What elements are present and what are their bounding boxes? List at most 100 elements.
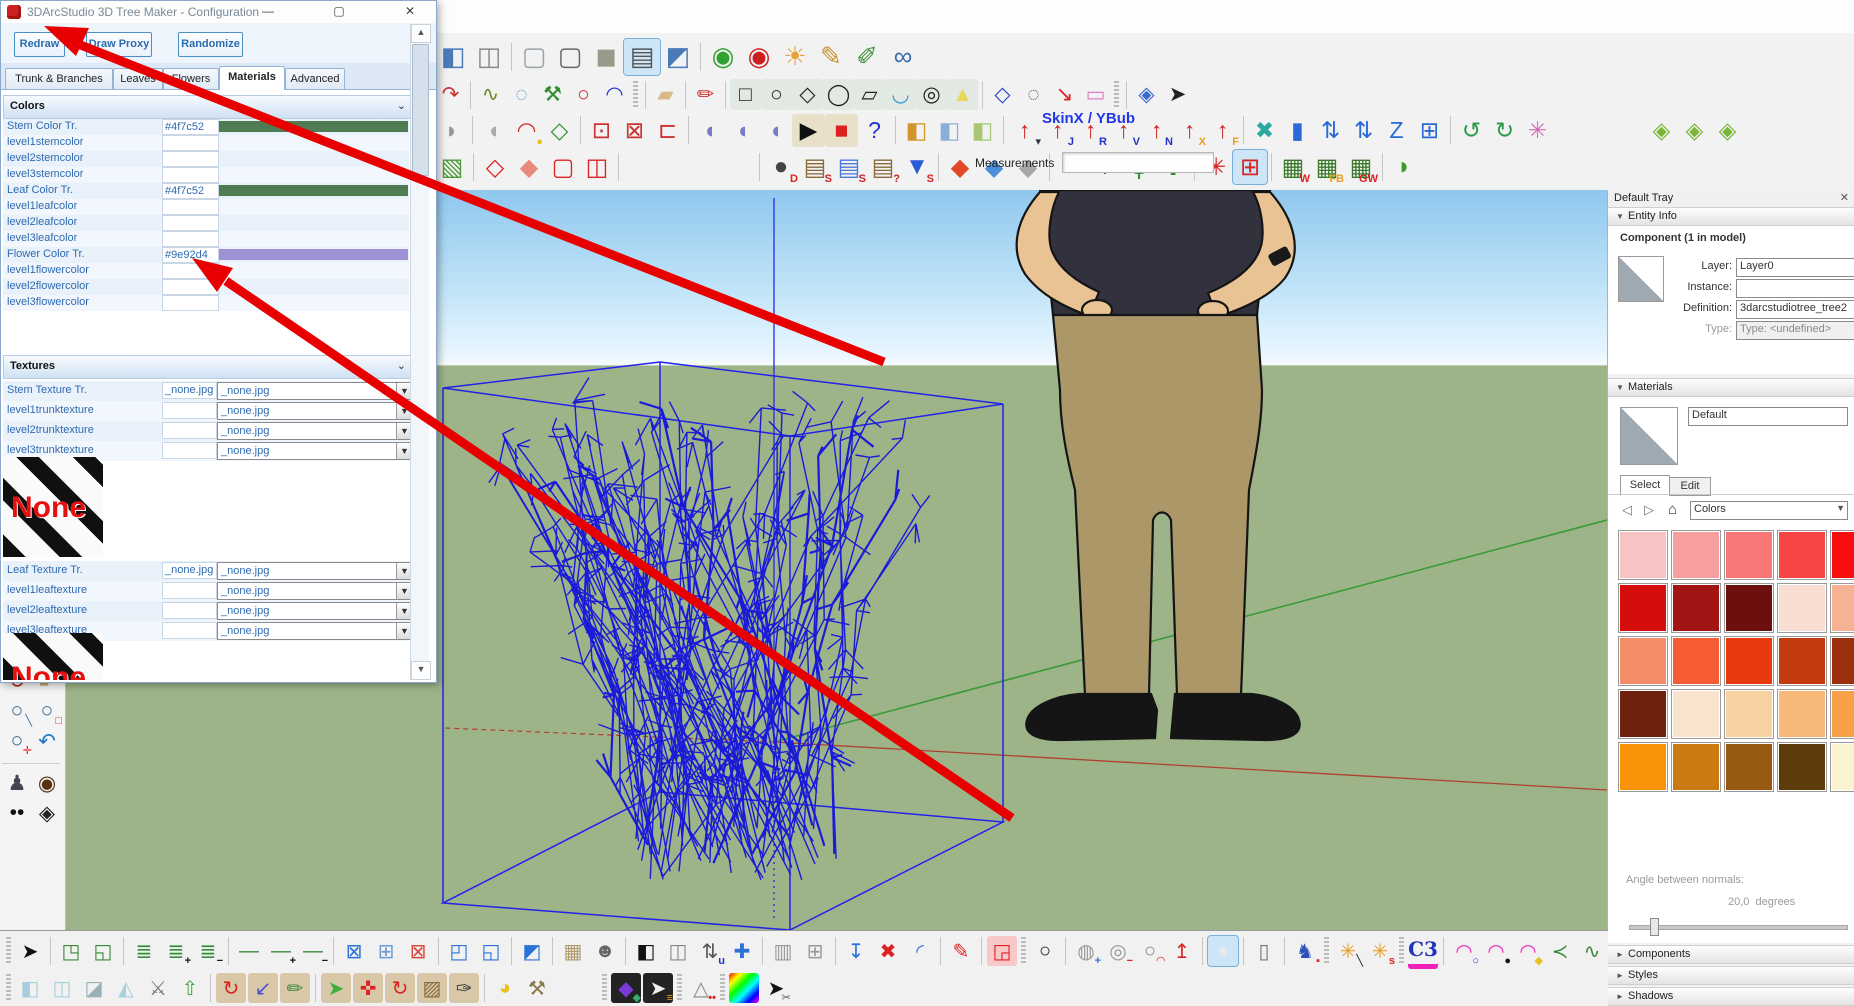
rect-tool-icon[interactable]: □: [730, 79, 761, 110]
scroll-down-icon[interactable]: ▼: [411, 661, 431, 680]
leaf-single-icon[interactable]: ◗: [1387, 150, 1421, 184]
wire-diamond-tool-icon[interactable]: ◇: [543, 114, 576, 147]
color-swatch[interactable]: [1618, 530, 1668, 580]
blue-polygon-tool-icon[interactable]: ◇: [987, 79, 1018, 110]
drop-arrow-red-icon[interactable]: ↑▾: [1008, 114, 1041, 147]
pie-yellow-icon[interactable]: ◕: [490, 973, 520, 1003]
drape-brush-icon[interactable]: ✏: [280, 973, 310, 1003]
paper-tool-icon[interactable]: ▰: [650, 79, 681, 110]
extension-select-icon[interactable]: ➤≡: [643, 973, 673, 1003]
circle-key-tool-icon[interactable]: ◎: [916, 79, 947, 110]
lines-green-plus-icon[interactable]: ≣+: [161, 936, 191, 966]
diamond-filled-icon[interactable]: ◆: [512, 150, 546, 184]
home-icon[interactable]: ⌂: [1668, 501, 1677, 518]
curve-wave-icon[interactable]: ∿: [1577, 936, 1607, 966]
sandbox-stamp-icon[interactable]: ▨: [417, 973, 447, 1003]
texture-dropdown[interactable]: _none.jpg▼: [217, 402, 413, 420]
back-arrow-icon[interactable]: ◁: [1622, 502, 1632, 518]
color-swatch[interactable]: [1777, 742, 1827, 792]
material-name-box[interactable]: Default: [1688, 407, 1848, 426]
page-frame-icon[interactable]: ⊠: [618, 114, 651, 147]
diamond-net-tool-icon[interactable]: ◈: [1131, 79, 1162, 110]
texture-dropdown[interactable]: _none.jpg▼: [217, 622, 413, 640]
play-button-icon[interactable]: ▶: [792, 114, 825, 147]
field-layer[interactable]: Layer0: [1736, 258, 1854, 277]
sandbox-flip-icon[interactable]: ✑: [449, 973, 479, 1003]
grass-gw-icon[interactable]: ▦GW: [1344, 150, 1378, 184]
compass-icon[interactable]: ◉: [741, 39, 777, 75]
mesh-3d-icon[interactable]: ▦: [558, 936, 588, 966]
color-swatch[interactable]: [1830, 530, 1854, 580]
rainbow-picker-icon[interactable]: ▦: [729, 973, 759, 1003]
loop-tool-icon[interactable]: ○: [568, 79, 599, 110]
arc-ball-tool-icon[interactable]: ◠●: [510, 114, 543, 147]
monochrome-cube-icon[interactable]: ◼: [588, 39, 624, 75]
red-grid-icon[interactable]: ⊞: [1233, 150, 1267, 184]
color-swatch[interactable]: [1777, 583, 1827, 633]
field-definition[interactable]: 3darcstudiotree_tree2: [1736, 300, 1854, 319]
wireframe-cube-icon[interactable]: ◫: [471, 39, 507, 75]
dialog-scrollbar[interactable]: ▲ ▼: [410, 24, 429, 680]
zoom-window-tool-icon[interactable]: ○□: [32, 696, 62, 726]
measurements-input[interactable]: [1062, 152, 1214, 173]
hook-green-icon[interactable]: ↻: [1488, 114, 1521, 147]
shaded-cube-icon[interactable]: ◧: [435, 39, 471, 75]
curve-dot-icon[interactable]: ◠●: [1481, 936, 1511, 966]
dialog-titlebar[interactable]: 3DArcStudio 3D Tree Maker - Configuratio…: [1, 1, 436, 24]
zoom-tool-icon[interactable]: ○╲: [2, 696, 32, 726]
x-blue-pair-icon[interactable]: ⊞: [371, 936, 401, 966]
extension-palette-icon[interactable]: ◆◆: [611, 973, 641, 1003]
scroll-up-icon[interactable]: ▲: [411, 24, 431, 43]
sun-shadow-icon[interactable]: ☀: [777, 39, 813, 75]
color-swatch[interactable]: [1618, 583, 1668, 633]
linked-cubes-red-icon[interactable]: ◫: [580, 150, 614, 184]
stack-green-icon[interactable]: ◈: [1645, 114, 1678, 147]
tab-select[interactable]: Select: [1620, 475, 1670, 496]
sphere-soften-icon[interactable]: ●: [1208, 936, 1238, 966]
tools-crossed-icon[interactable]: ⚒: [522, 973, 552, 1003]
tab-trunk-branches[interactable]: Trunk & Branches: [5, 68, 113, 89]
curve-less-icon[interactable]: ≺: [1545, 936, 1575, 966]
zoom-extents-tool-icon[interactable]: ○✛: [2, 726, 32, 756]
tray-close-icon[interactable]: ✕: [1840, 190, 1849, 207]
stack-s-tan-icon[interactable]: ▤S: [798, 150, 832, 184]
move-plus-blue-icon[interactable]: ✚: [727, 936, 757, 966]
look-around-eye-icon[interactable]: ◉: [32, 768, 62, 798]
color-bar[interactable]: [219, 121, 408, 132]
z-tool-icon[interactable]: Z: [1380, 114, 1413, 147]
color-swatch[interactable]: [1671, 742, 1721, 792]
arrow-n-icon[interactable]: ↑N: [1140, 114, 1173, 147]
cube-red-icon[interactable]: ◆: [943, 150, 977, 184]
scroll-thumb[interactable]: [412, 44, 429, 176]
gorilla-icon[interactable]: ☻: [590, 936, 620, 966]
color-swatch[interactable]: [1830, 689, 1854, 739]
sphere-subtract-icon[interactable]: ◎−: [1103, 936, 1133, 966]
help-question-icon[interactable]: ?: [858, 114, 891, 147]
level-down-icon[interactable]: ↧: [841, 936, 871, 966]
cube-wire-icon[interactable]: ◫: [47, 973, 77, 1003]
soften-slider-handle[interactable]: [1650, 918, 1659, 936]
skin-shell-icon[interactable]: ◖: [693, 114, 726, 147]
column-tool-icon[interactable]: ▯: [1249, 936, 1279, 966]
curve-mouse-icon[interactable]: ◠◆: [1513, 936, 1543, 966]
materials-header[interactable]: ▼Materials: [1608, 378, 1854, 397]
green-part-icon[interactable]: ▧: [435, 150, 469, 184]
color-swatch[interactable]: [1671, 689, 1721, 739]
color-swatch[interactable]: [1724, 583, 1774, 633]
sandbox-pins-icon[interactable]: ✜: [353, 973, 383, 1003]
texture-dropdown[interactable]: _none.jpg▼: [217, 422, 413, 440]
line-tool-icon[interactable]: ∿: [475, 79, 506, 110]
no-asterisk-s-icon[interactable]: ✳s: [1365, 936, 1395, 966]
move-measure-tool-icon[interactable]: ↘: [1049, 79, 1080, 110]
sort-up-icon[interactable]: ⇅: [1314, 114, 1347, 147]
wire-cube-red-icon[interactable]: ▢: [546, 150, 580, 184]
color-bar[interactable]: [219, 185, 408, 196]
scale-down-icon[interactable]: ◱: [88, 936, 118, 966]
cut-cursor-icon[interactable]: ➤✂: [761, 973, 791, 1003]
pencil-red-icon[interactable]: ✎: [946, 936, 976, 966]
textures-section-header[interactable]: Textures ⌄: [3, 355, 417, 379]
arc-loop-icon[interactable]: ◠: [599, 79, 630, 110]
bent-arrow-icon[interactable]: ↷: [435, 79, 466, 110]
color-swatch[interactable]: [1830, 636, 1854, 686]
color-swatch[interactable]: [1777, 530, 1827, 580]
